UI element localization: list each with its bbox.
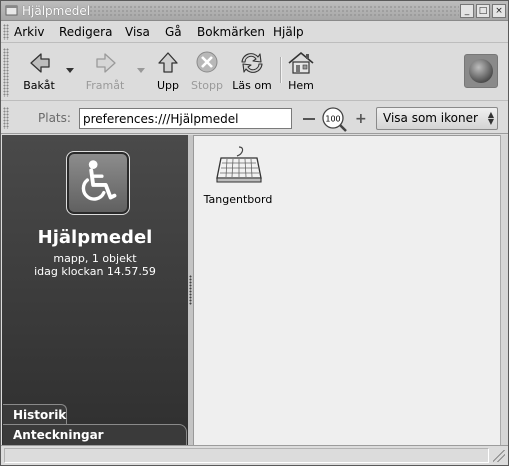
home-label: Hem <box>288 79 314 92</box>
zoom-in-button[interactable]: + <box>355 111 367 127</box>
stop-label: Stopp <box>191 79 223 92</box>
accessibility-wheelchair-icon <box>66 151 130 215</box>
stop-button[interactable]: Stopp <box>188 48 226 92</box>
zoom-out-button[interactable] <box>303 118 315 120</box>
menu-redigera[interactable]: Redigera <box>59 25 112 39</box>
folder-item-count: mapp, 1 objekt <box>53 252 137 265</box>
select-arrows-icon: ▲ ▼ <box>487 110 494 126</box>
folder-title: Hjälpmedel <box>37 227 153 248</box>
side-pane: Hjälpmedel mapp, 1 objekt idag klockan 1… <box>2 135 188 445</box>
stop-icon <box>196 51 218 73</box>
title-bar-grip <box>89 5 459 16</box>
toolbar-handle[interactable] <box>3 48 9 97</box>
window-title: Hjälpmedel <box>22 4 91 18</box>
status-bar <box>1 445 508 465</box>
toolbar-separator <box>280 57 282 83</box>
splitter-grip[interactable] <box>189 275 192 305</box>
file-item-tangentbord[interactable]: Tangentbord <box>200 144 276 206</box>
view-mode-select[interactable]: Visa som ikoner ▲ ▼ <box>376 107 498 130</box>
minimize-button[interactable]: _ <box>460 4 474 18</box>
back-label: Bakåt <box>23 79 55 92</box>
view-mode-label: Visa som ikoner <box>383 111 478 125</box>
title-bar[interactable]: Hjälpmedel _ □ × <box>1 1 508 21</box>
forward-history-dropdown[interactable] <box>137 68 145 73</box>
up-label: Upp <box>156 79 180 92</box>
locationbar-handle[interactable] <box>3 107 9 129</box>
zoom-level-button[interactable]: 100 <box>320 106 348 132</box>
forward-button[interactable]: Framåt <box>81 48 129 92</box>
maximize-button[interactable]: □ <box>476 4 490 18</box>
status-text-field <box>4 448 489 463</box>
menubar-handle[interactable] <box>3 24 9 40</box>
reload-icon <box>241 53 263 73</box>
window-menu-icon[interactable] <box>5 4 18 17</box>
back-history-dropdown[interactable] <box>66 68 74 73</box>
location-input[interactable] <box>79 108 292 129</box>
toolbar: Bakåt Framåt Upp Stopp Läs om Hem <box>1 44 508 101</box>
up-button[interactable]: Upp <box>151 48 185 92</box>
resize-grip-icon[interactable] <box>493 450 505 462</box>
location-label: Plats: <box>38 111 71 125</box>
menu-bar: Arkiv Redigera Visa Gå Bokmärken Hjälp <box>1 21 508 43</box>
menu-arkiv[interactable]: Arkiv <box>14 25 45 39</box>
tab-historik[interactable]: Historik <box>3 404 67 425</box>
location-bar: Plats: 100 + Visa som ikoner ▲▼ <box>1 102 508 134</box>
home-button[interactable]: Hem <box>285 48 317 92</box>
zoom-level-text: 100 <box>325 115 340 124</box>
menu-hjalp[interactable]: Hjälp <box>273 25 304 39</box>
up-arrow-icon <box>158 52 178 73</box>
menu-bokmarken[interactable]: Bokmärken <box>197 25 265 39</box>
vertical-scrollbar[interactable] <box>500 135 508 445</box>
reload-label: Läs om <box>232 79 272 92</box>
keyboard-icon <box>216 146 262 183</box>
forward-arrow-icon <box>96 53 116 73</box>
menu-ga[interactable]: Gå <box>165 25 182 39</box>
home-icon <box>288 51 314 74</box>
back-arrow-icon <box>30 53 50 73</box>
back-button[interactable]: Bakåt <box>19 48 59 92</box>
close-button[interactable]: × <box>492 4 506 18</box>
file-item-label: Tangentbord <box>203 193 273 206</box>
forward-label: Framåt <box>85 79 125 92</box>
icon-view[interactable]: Tangentbord <box>193 135 500 445</box>
menu-visa[interactable]: Visa <box>125 25 150 39</box>
reload-button[interactable]: Läs om <box>230 48 274 92</box>
folder-modified-time: idag klockan 14.57.59 <box>34 265 156 278</box>
tab-anteckningar[interactable]: Anteckningar <box>3 424 187 445</box>
throbber-icon <box>464 54 498 88</box>
nautilus-window: Hjälpmedel _ □ × Arkiv Redigera Visa Gå … <box>0 0 509 466</box>
